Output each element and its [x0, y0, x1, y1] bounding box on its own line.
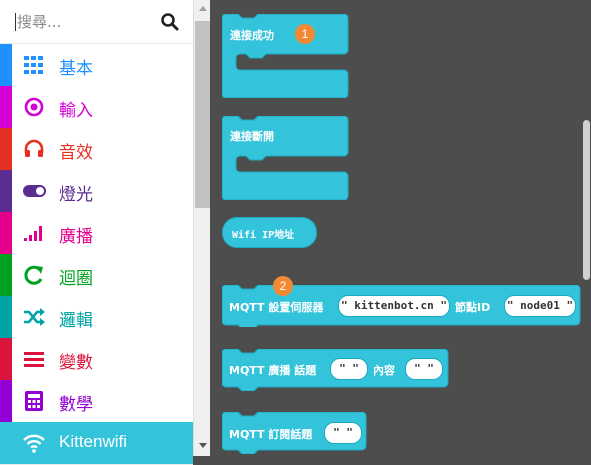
category-basic[interactable]: 基本 — [0, 44, 193, 87]
block-connected-label: 連接成功 — [230, 29, 274, 42]
category-color-bar — [0, 296, 12, 338]
category-color-bar — [0, 86, 12, 128]
server-input[interactable]: " kittenbot.cn " — [338, 295, 450, 317]
toolbox-scrollbar[interactable] — [193, 0, 211, 456]
category-label: 邏輯 — [59, 311, 93, 331]
category-label: 廣播 — [59, 227, 93, 247]
target-icon — [24, 97, 44, 117]
block-mqtt-publish-label: MQTT 廣播 話題 — [229, 364, 317, 377]
loop-icon — [24, 265, 43, 285]
toggle-icon — [23, 185, 46, 197]
category-label: 迴圈 — [59, 269, 93, 289]
scroll-up-arrow-icon[interactable] — [199, 6, 207, 11]
category-color-bar — [0, 338, 12, 380]
grid-icon — [24, 56, 43, 74]
block-mqtt-setup-label: MQTT 設置伺服器 — [229, 301, 324, 314]
category-broadcast[interactable]: 廣播 — [0, 212, 193, 255]
category-logic[interactable]: 邏輯 — [0, 296, 193, 339]
category-label: 燈光 — [59, 185, 93, 205]
workspace-scrollbar[interactable] — [583, 120, 590, 280]
block-mqtt-subscribe-label: MQTT 訂閱話題 — [229, 428, 313, 441]
category-input[interactable]: 輸入 — [0, 86, 193, 129]
search-placeholder[interactable]: 搜尋... — [17, 11, 61, 32]
annotation-badge-2: 2 — [273, 276, 293, 296]
signal-bars-icon — [24, 226, 42, 241]
category-color-bar — [0, 128, 12, 170]
block-wifi-ip-label: Wifi IP地址 — [232, 230, 295, 241]
shuffle-icon — [24, 308, 45, 326]
category-light[interactable]: 燈光 — [0, 170, 193, 213]
scroll-thumb[interactable] — [195, 21, 210, 208]
category-color-bar — [0, 212, 12, 254]
category-sound[interactable]: 音效 — [0, 128, 193, 171]
category-variables[interactable]: 變數 — [0, 338, 193, 381]
category-label: 輸入 — [59, 101, 93, 121]
block-disconnected-label: 連接斷開 — [230, 130, 274, 143]
subscribe-topic-input[interactable]: " " — [324, 422, 362, 444]
headphones-icon — [24, 139, 44, 157]
annotation-badge-1: 1 — [295, 24, 315, 44]
calculator-icon — [25, 391, 43, 411]
category-label: Kittenwifi — [59, 432, 128, 451]
category-kittenwifi[interactable]: Kittenwifi — [0, 422, 193, 465]
scroll-down-arrow-icon[interactable] — [199, 443, 207, 448]
list-icon — [24, 352, 44, 367]
category-label: 數學 — [59, 395, 93, 415]
node-id-input[interactable]: " node01 " — [504, 295, 576, 317]
category-color-bar — [0, 380, 12, 422]
category-label: 音效 — [59, 143, 93, 163]
category-label: 變數 — [59, 353, 93, 373]
wifi-icon — [23, 434, 45, 453]
category-math[interactable]: 數學 — [0, 380, 193, 423]
text-caret — [15, 13, 16, 31]
category-loop[interactable]: 迴圈 — [0, 254, 193, 297]
search-icon[interactable] — [160, 12, 180, 32]
category-color-bar — [0, 254, 12, 296]
category-color-bar — [0, 170, 12, 212]
search-box[interactable]: 搜尋... — [0, 0, 193, 44]
node-id-label: 節點ID — [455, 301, 491, 314]
category-color-bar — [0, 44, 12, 86]
category-label: 基本 — [59, 59, 93, 79]
topic-input[interactable]: " " — [330, 358, 368, 380]
content-label: 內容 — [373, 364, 395, 377]
toolbox-sidebar: 搜尋... 基本 輸入 音效 燈光 廣播 迴圈 邏輯 變數 數學 Kittenw… — [0, 0, 193, 465]
content-input[interactable]: " " — [405, 358, 443, 380]
